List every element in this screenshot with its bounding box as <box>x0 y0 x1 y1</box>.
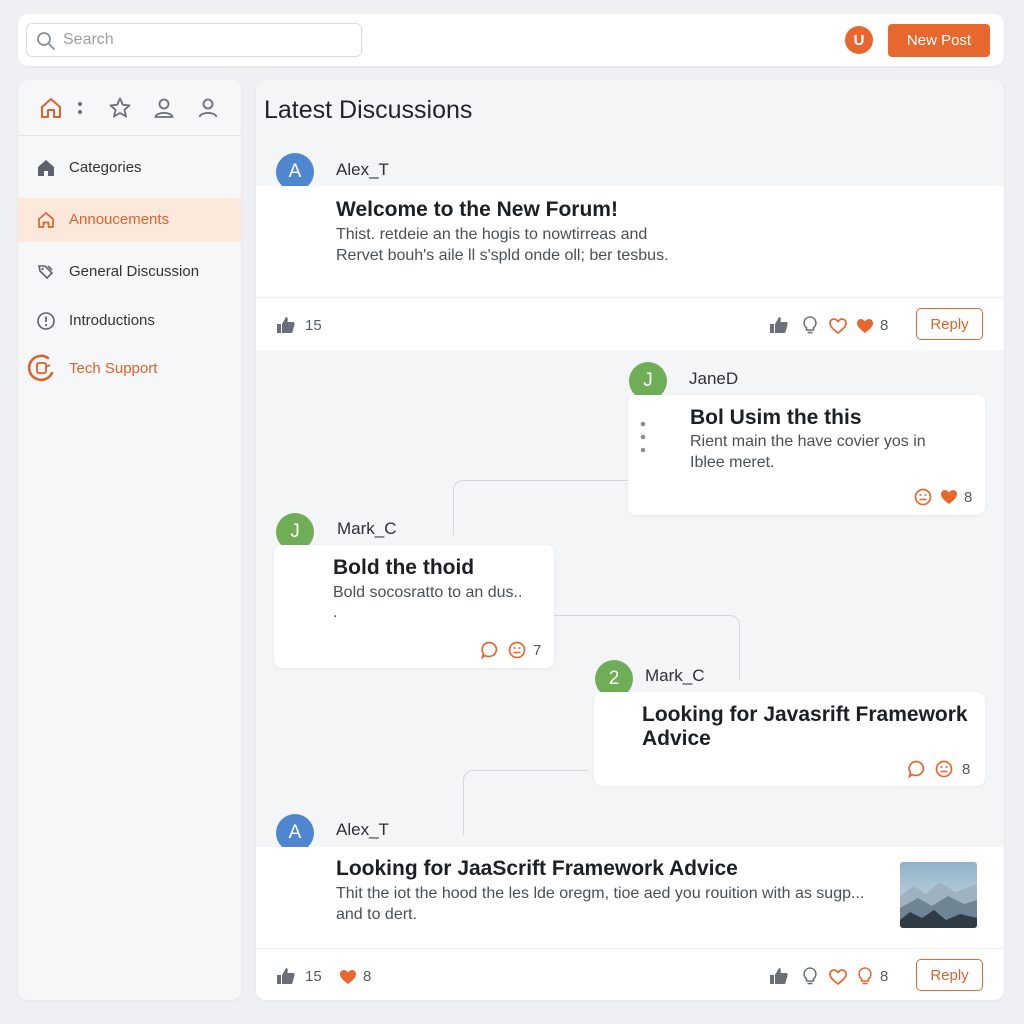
thumbs-up-icon[interactable] <box>276 315 296 335</box>
search-input[interactable] <box>63 27 353 53</box>
thumbs-up-icon[interactable] <box>769 966 789 986</box>
reply-button[interactable]: Reply <box>916 308 983 340</box>
post-excerpt: Rervet bouh's aile ll s'spld onde oll; b… <box>336 247 669 264</box>
emoji-icon[interactable] <box>934 759 954 779</box>
thumbs-up-icon[interactable] <box>276 966 296 986</box>
post-title[interactable]: Looking for JaaScrift Framework Advice <box>336 857 738 881</box>
heart-outline-icon[interactable] <box>828 967 848 987</box>
heart-count: 8 <box>363 968 372 985</box>
profile-icon[interactable] <box>196 96 220 120</box>
post-excerpt: Bold socosratto to an dus.. <box>333 584 523 601</box>
post-excerpt: . <box>333 604 338 621</box>
post-author[interactable]: Mark_C <box>645 666 705 686</box>
new-post-button[interactable]: New Post <box>888 24 990 57</box>
reaction-count: 7 <box>533 642 542 659</box>
star-icon[interactable] <box>108 96 132 120</box>
more-icon[interactable] <box>638 420 648 456</box>
user-avatar[interactable]: U <box>845 26 873 54</box>
post-title[interactable]: Advice <box>642 727 711 751</box>
post-title[interactable]: Bol Usim the this <box>690 406 862 430</box>
emoji-icon[interactable] <box>913 487 933 507</box>
heart-outline-icon[interactable] <box>828 316 848 336</box>
sidebar-item-tech-support[interactable]: Tech Support <box>18 347 241 391</box>
heart-icon[interactable] <box>338 967 358 987</box>
thread-connector <box>453 480 628 535</box>
reply-button[interactable]: Reply <box>916 959 983 991</box>
post-author[interactable]: Mark_C <box>337 519 397 539</box>
sidebar-item-general-discussion[interactable]: General Discussion <box>18 250 241 294</box>
lightbulb-icon[interactable] <box>855 966 875 986</box>
post-card[interactable]: Welcome to the New Forum! Thist. retdeie… <box>256 186 1004 350</box>
discussions-panel: Latest Discussions A Alex_T Welcome to t… <box>256 80 1004 1000</box>
post-thumbnail[interactable] <box>900 862 977 928</box>
sidebar-item-label: Tech Support <box>69 360 158 377</box>
info-icon <box>37 312 55 330</box>
page-title: Latest Discussions <box>264 96 473 124</box>
more-icon[interactable] <box>70 96 90 120</box>
sidebar-icon-bar <box>18 80 241 136</box>
thumbs-up-icon[interactable] <box>769 315 789 335</box>
sidebar-item-categories[interactable]: Categories <box>18 146 241 190</box>
lightbulb-icon[interactable] <box>800 966 820 986</box>
post-title[interactable]: Looking for Javasrift Framework <box>642 703 968 727</box>
search-box[interactable] <box>26 23 362 57</box>
post-excerpt: Iblee meret. <box>690 454 775 471</box>
sidebar: Categories Annoucements General Discussi… <box>18 80 241 1000</box>
post-title[interactable]: Bold the thoid <box>333 556 474 580</box>
divider <box>256 297 1004 298</box>
sidebar-item-label: Introductions <box>69 312 155 329</box>
reply-card[interactable]: Bold the thoid Bold socosratto to an dus… <box>274 545 554 668</box>
search-icon <box>37 32 55 50</box>
heart-icon[interactable] <box>939 487 959 507</box>
like-count: 15 <box>305 968 322 985</box>
mountain-landscape-image <box>900 862 977 928</box>
post-excerpt: Thit the iot the hood the les lde oregm,… <box>336 885 865 902</box>
home-icon[interactable] <box>39 96 63 120</box>
user-icon[interactable] <box>152 96 176 120</box>
post-author[interactable]: JaneD <box>689 369 738 389</box>
top-bar: U New Post <box>18 14 1004 66</box>
reaction-count: 8 <box>880 968 889 985</box>
sidebar-item-introductions[interactable]: Introductions <box>18 299 241 343</box>
sidebar-item-label: Annoucements <box>69 211 170 228</box>
post-author[interactable]: Alex_T <box>336 160 389 180</box>
divider <box>256 948 1004 949</box>
post-excerpt: Rient main the have covier yos in <box>690 433 926 450</box>
post-excerpt: and to dert. <box>336 906 417 923</box>
post-title[interactable]: Welcome to the New Forum! <box>336 198 618 222</box>
reply-card[interactable]: Bol Usim the this Rient main the have co… <box>628 395 985 515</box>
sidebar-item-announcements[interactable]: Annoucements <box>18 198 241 242</box>
like-count: 15 <box>305 317 322 334</box>
comment-icon[interactable] <box>906 759 926 779</box>
reaction-count: 8 <box>880 317 889 334</box>
house-outline-icon <box>38 212 54 228</box>
emoji-icon[interactable] <box>507 640 527 660</box>
sidebar-item-label: General Discussion <box>69 263 200 280</box>
post-excerpt: Thist. retdeie an the hogis to nowtirrea… <box>336 226 648 243</box>
sidebar-item-label: Categories <box>69 159 142 176</box>
lightbulb-icon[interactable] <box>800 315 820 335</box>
heart-icon[interactable] <box>855 316 875 336</box>
post-card[interactable]: Looking for JaaScrift Framework Advice T… <box>256 847 1004 1000</box>
comment-icon[interactable] <box>479 640 499 660</box>
support-icon <box>27 354 54 382</box>
reply-card[interactable]: Looking for Javasrift Framework Advice 8 <box>594 692 985 786</box>
tag-icon <box>38 265 54 280</box>
thread-connector <box>463 770 588 835</box>
reaction-count: 8 <box>962 761 971 778</box>
reaction-count: 8 <box>964 489 973 506</box>
home-icon <box>38 160 54 176</box>
post-author[interactable]: Alex_T <box>336 820 389 840</box>
